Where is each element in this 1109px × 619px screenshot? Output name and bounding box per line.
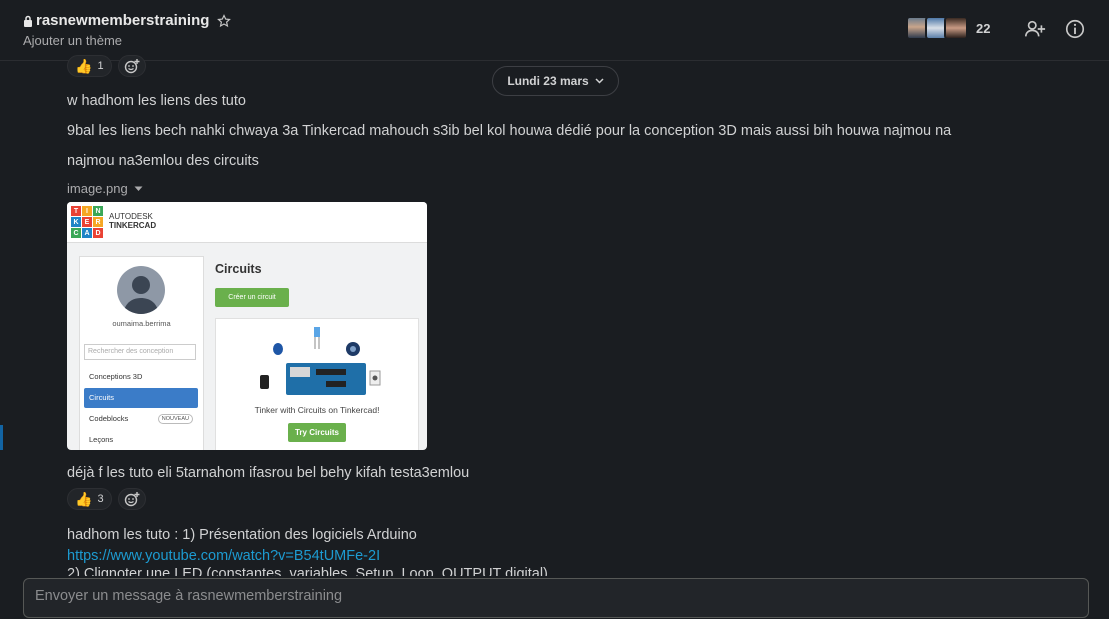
- brand-bottom: TINKERCAD: [109, 221, 157, 230]
- thumbs-up-icon: 👍: [75, 491, 93, 507]
- info-icon[interactable]: [1064, 18, 1086, 40]
- logo-letter: R: [93, 217, 103, 227]
- message-text: déjà f les tuto eli 5tarnahom ifasrou be…: [67, 465, 470, 481]
- logo-letter: A: [82, 228, 92, 238]
- caret-down-icon: [134, 186, 143, 191]
- create-circuit-button: Créer un circuit: [215, 288, 289, 307]
- channel-title[interactable]: rasnewmemberstraining: [23, 12, 232, 29]
- message-text: najmou na3emlou des circuits: [67, 153, 259, 169]
- add-reaction-icon: [124, 492, 140, 507]
- thumbs-up-icon: 👍: [75, 58, 93, 74]
- new-badge: NOUVEAU: [157, 414, 193, 424]
- nav-item-active: Circuits: [84, 388, 198, 408]
- tinkercad-brand: AUTODESK TINKERCAD: [109, 212, 156, 230]
- logo-letter: E: [82, 217, 92, 227]
- channel-header: rasnewmemberstraining Ajouter un thème 2…: [0, 0, 1109, 61]
- username: oumaima.berrima: [112, 319, 171, 328]
- card-text: Tinker with Circuits on Tinkercad!: [254, 405, 380, 415]
- logo-letter: N: [93, 206, 103, 216]
- lock-icon: [24, 15, 32, 27]
- logo-letter: D: [93, 228, 103, 238]
- member-list-button[interactable]: 22: [906, 16, 990, 40]
- reaction-count: 3: [97, 493, 104, 505]
- add-reaction-button[interactable]: [117, 55, 146, 77]
- logo-letter: T: [71, 206, 81, 216]
- reaction-thumbs-up[interactable]: 👍 3: [67, 488, 112, 510]
- channel-name: rasnewmemberstraining: [36, 12, 210, 29]
- nav-item: Conceptions 3D: [89, 372, 143, 381]
- add-member-icon[interactable]: [1024, 18, 1046, 40]
- nav-item: Codeblocks NOUVEAU: [84, 409, 198, 429]
- reaction-bar: 👍 1: [67, 55, 146, 77]
- logo-letter: C: [71, 228, 81, 238]
- star-icon[interactable]: [217, 13, 232, 28]
- message-text: 2) Clignoter une LED (constantes, variab…: [67, 566, 548, 576]
- reaction-count: 1: [97, 60, 104, 72]
- attachment-file-name: image.png: [67, 181, 128, 196]
- tinkercad-sidebar: oumaima.berrima Rechercher des conceptio…: [79, 256, 204, 450]
- date-divider[interactable]: Lundi 23 mars: [492, 66, 619, 96]
- youtube-link[interactable]: https://www.youtube.com/watch?v=B54tUMFe…: [67, 548, 380, 564]
- search-input: Rechercher des conception: [84, 344, 196, 360]
- try-circuits-button: Try Circuits: [288, 423, 346, 442]
- date-label: Lundi 23 mars: [507, 74, 589, 88]
- nav-label: Codeblocks: [89, 414, 129, 423]
- user-icon: [123, 276, 159, 314]
- avatar: [944, 16, 968, 40]
- message-text: w hadhom les liens des tuto: [67, 93, 246, 109]
- member-count: 22: [976, 20, 991, 36]
- logo-letter: I: [82, 206, 92, 216]
- brand-top: AUTODESK: [109, 212, 153, 221]
- chevron-down-icon: [595, 78, 604, 84]
- logo-letter: K: [71, 217, 81, 227]
- message-text: hadhom les tuto : 1) Présentation des lo…: [67, 527, 417, 543]
- tinkercad-topbar: T I N K E R C A D AUTODESK TINKERCAD: [67, 202, 427, 243]
- page-title: Circuits: [215, 262, 262, 276]
- message-text: 9bal les liens bech nahki chwaya 3a Tink…: [67, 123, 952, 139]
- channel-topic[interactable]: Ajouter un thème: [23, 33, 122, 48]
- reaction-thumbs-up[interactable]: 👍 1: [67, 55, 112, 77]
- message-input[interactable]: [24, 579, 1088, 619]
- attachment-image[interactable]: T I N K E R C A D AUTODESK TINKERCAD oum…: [67, 202, 427, 450]
- message-composer[interactable]: [23, 578, 1089, 619]
- add-reaction-button[interactable]: [117, 488, 146, 510]
- circuits-card: Tinker with Circuits on Tinkercad! Try C…: [215, 318, 419, 450]
- tinkercad-logo: T I N K E R C A D: [71, 206, 103, 238]
- add-reaction-icon: [124, 59, 140, 74]
- attachment-header[interactable]: image.png: [67, 181, 143, 196]
- reaction-bar: 👍 3: [67, 488, 146, 510]
- circuit-illustration: [260, 327, 381, 395]
- user-avatar: [117, 266, 165, 314]
- nav-item: Leçons: [89, 435, 114, 444]
- unread-marker: [0, 425, 3, 450]
